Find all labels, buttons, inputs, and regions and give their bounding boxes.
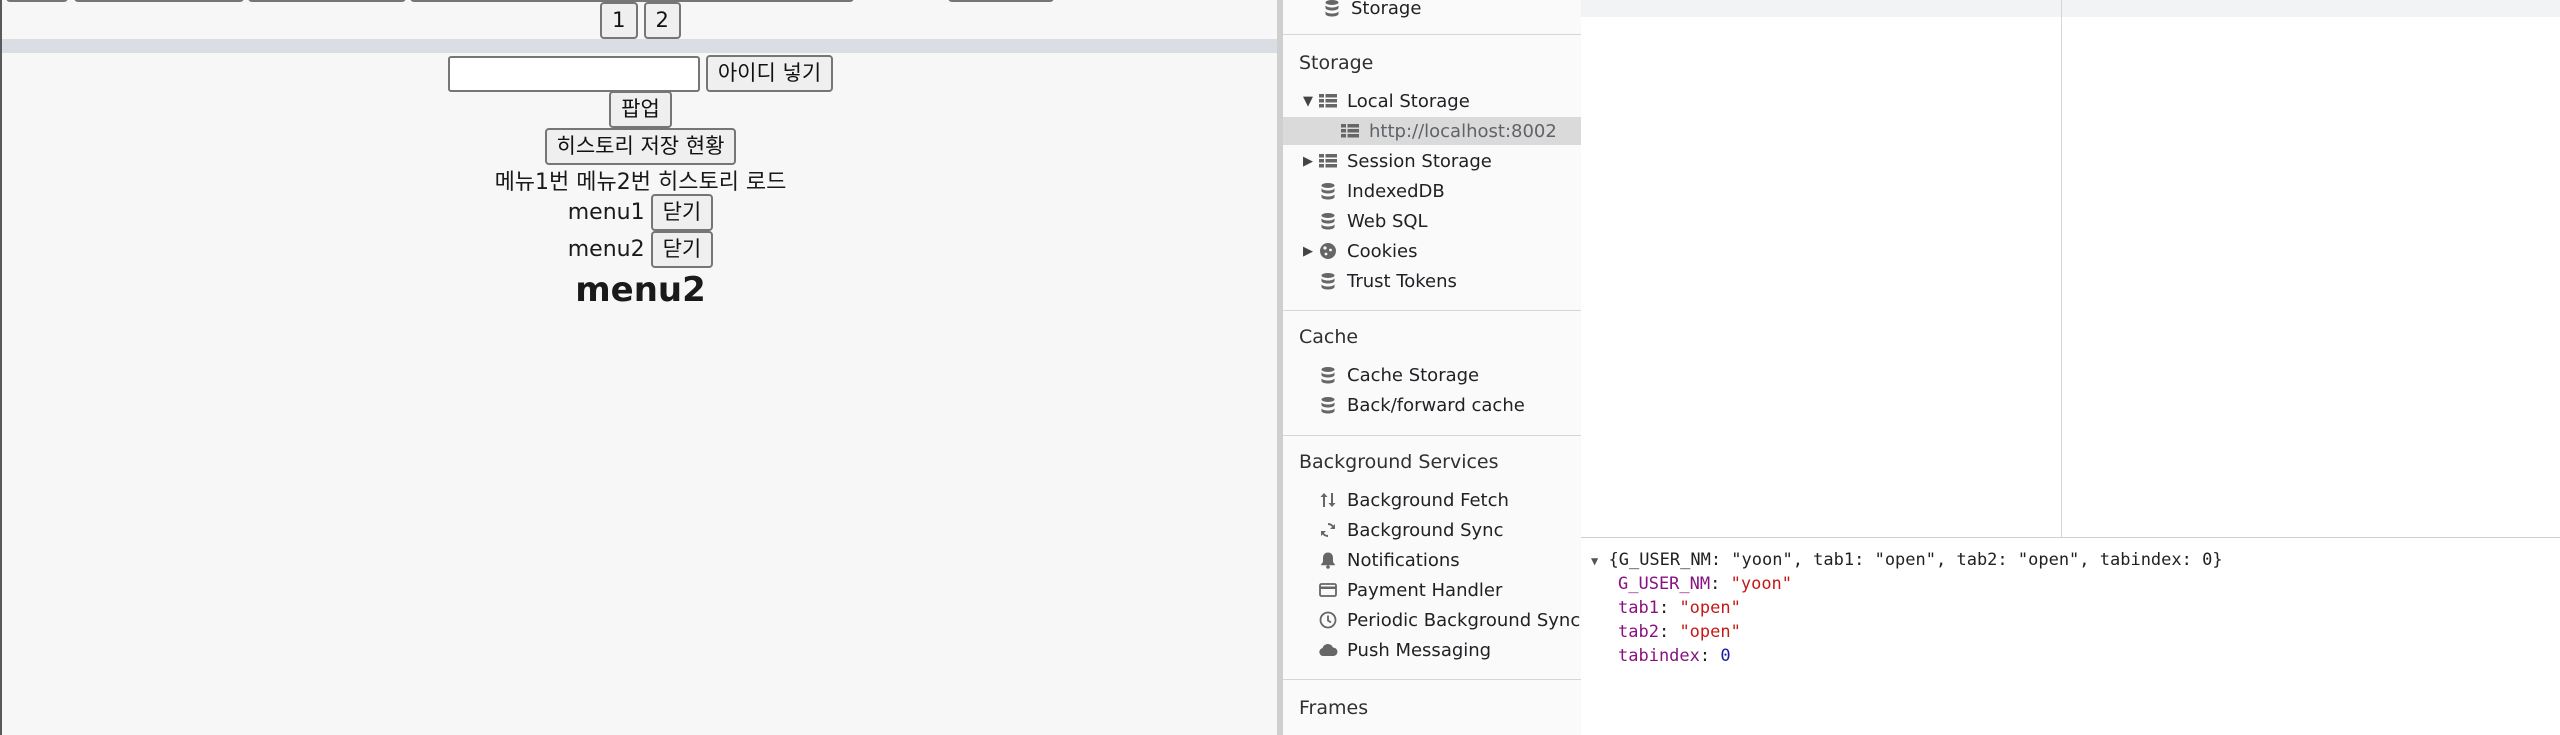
sidebar-item-push-messaging[interactable]: Push Messaging xyxy=(1283,636,1581,664)
sidebar-item-localhost[interactable]: http://localhost:8002 xyxy=(1283,117,1581,145)
sidebar-item-label: Web SQL xyxy=(1347,210,1428,232)
separator xyxy=(2,39,1277,53)
preview-summary: {G_USER_NM: "yoon", tab1: "open", tab2: … xyxy=(1608,550,2223,570)
menu2-close-button[interactable]: 닫기 xyxy=(650,231,714,268)
database-icon xyxy=(1317,180,1339,202)
table-row[interactable] xyxy=(1581,0,2560,17)
preview-prop: tabindex: 0 xyxy=(1618,646,1731,666)
preview-summary-row[interactable]: ▼ {G_USER_NM: "yoon", tab1: "open", tab2… xyxy=(1591,548,2223,572)
cookie-icon xyxy=(1317,240,1339,262)
expand-right-icon[interactable]: ▶ xyxy=(1299,244,1317,259)
expand-right-icon[interactable]: ▶ xyxy=(1299,154,1317,169)
menu2-label: menu2 xyxy=(567,237,645,262)
sidebar-item-background-sync[interactable]: Background Sync xyxy=(1283,516,1581,544)
sidebar-item-back-forward-cache[interactable]: Back/forward cache xyxy=(1283,391,1581,419)
bell-icon xyxy=(1317,549,1339,571)
sidebar-item-websql[interactable]: Web SQL xyxy=(1283,207,1581,235)
sidebar-item-label: Trust Tokens xyxy=(1347,270,1457,292)
pagination: 1 2 xyxy=(2,2,1277,39)
grid-icon xyxy=(1339,120,1361,142)
storage-main-pane: ▼ {G_USER_NM: "yoon", tab1: "open", tab2… xyxy=(1581,0,2560,735)
expand-down-icon[interactable]: ▼ xyxy=(1299,94,1317,109)
database-icon xyxy=(1321,0,1343,19)
sidebar-item-local-storage[interactable]: ▼ Local Storage xyxy=(1283,87,1581,115)
frames-section-title: Frames xyxy=(1299,697,1369,719)
sidebar-item-cookies[interactable]: ▶ Cookies xyxy=(1283,237,1581,265)
storage-section-title: Storage xyxy=(1299,52,1374,74)
prop-key: tab1 xyxy=(1618,598,1659,618)
preview-prop: tab1: "open" xyxy=(1618,598,1741,618)
sidebar-item-periodic-background-sync[interactable]: Periodic Background Sync xyxy=(1283,606,1581,634)
web-page: 1 2 아이디 넣기 팝업 히스토리 저장 현황 메뉴1번 메뉴2번 히스토리 … xyxy=(0,0,1277,735)
database-icon xyxy=(1317,394,1339,416)
divider xyxy=(1283,310,1581,311)
application-sidebar: Storage Storage ▼ Local Storage http://l… xyxy=(1277,0,1581,735)
preview-prop: G_USER_NM: "yoon" xyxy=(1618,574,1793,594)
prop-key: G_USER_NM xyxy=(1618,574,1711,594)
sidebar-item-label: Background Sync xyxy=(1347,519,1504,541)
sidebar-item-label: IndexedDB xyxy=(1347,180,1445,202)
add-id-button[interactable]: 아이디 넣기 xyxy=(705,55,834,92)
sidebar-item-cache-storage[interactable]: Cache Storage xyxy=(1283,361,1581,389)
prop-key: tabindex xyxy=(1618,646,1700,666)
sidebar-item-label: Session Storage xyxy=(1347,150,1492,172)
database-icon xyxy=(1317,210,1339,232)
sidebar-item-label: Back/forward cache xyxy=(1347,394,1525,416)
divider xyxy=(1283,34,1581,35)
prop-value: "open" xyxy=(1679,622,1741,642)
divider xyxy=(1283,435,1581,436)
sidebar-item-storage[interactable]: Storage xyxy=(1283,0,1581,22)
value-preview: ▼ {G_USER_NM: "yoon", tab1: "open", tab2… xyxy=(1591,548,2223,668)
column-divider[interactable] xyxy=(2061,0,2062,537)
id-input[interactable] xyxy=(447,55,700,92)
sidebar-item-trust-tokens[interactable]: Trust Tokens xyxy=(1283,267,1581,295)
sidebar-item-label: Cache Storage xyxy=(1347,364,1480,386)
id-row: 아이디 넣기 xyxy=(2,55,1277,92)
preview-prop: tab2: "open" xyxy=(1618,622,1741,642)
sidebar-item-session-storage[interactable]: ▶ Session Storage xyxy=(1283,147,1581,175)
sidebar-item-label: http://localhost:8002 xyxy=(1369,120,1557,142)
prop-key: tab2 xyxy=(1618,622,1659,642)
menu1-label: menu1 xyxy=(567,200,645,225)
grid-icon xyxy=(1317,150,1339,172)
sync-icon xyxy=(1317,519,1339,541)
history-text: 메뉴1번 메뉴2번 히스토리 로드 xyxy=(494,170,787,195)
grid-icon xyxy=(1317,90,1339,112)
sidebar-item-background-fetch[interactable]: Background Fetch xyxy=(1283,486,1581,514)
cache-section-title: Cache xyxy=(1299,326,1359,348)
sidebar-item-label: Local Storage xyxy=(1347,90,1470,112)
database-icon xyxy=(1317,270,1339,292)
sidebar-item-label: Payment Handler xyxy=(1347,579,1503,601)
popup-button[interactable]: 팝업 xyxy=(609,91,672,128)
sidebar-item-indexeddb[interactable]: IndexedDB xyxy=(1283,177,1581,205)
database-icon xyxy=(1317,364,1339,386)
sidebar-item-label: Background Fetch xyxy=(1347,489,1509,511)
collapse-triangle-icon[interactable]: ▼ xyxy=(1591,554,1598,568)
sidebar-item-payment-handler[interactable]: Payment Handler xyxy=(1283,576,1581,604)
cloud-icon xyxy=(1317,639,1339,661)
clock-icon xyxy=(1317,609,1339,631)
sidebar-item-label: Cookies xyxy=(1347,240,1418,262)
sidebar-item-label: Notifications xyxy=(1347,549,1460,571)
menu1-close-button[interactable]: 닫기 xyxy=(650,194,714,231)
background-services-title: Background Services xyxy=(1299,451,1499,473)
sidebar-item-label: Storage xyxy=(1351,0,1422,19)
storage-table[interactable] xyxy=(1581,0,2560,538)
prop-value: "yoon" xyxy=(1730,574,1793,594)
sidebar-item-label: Periodic Background Sync xyxy=(1347,609,1581,631)
divider xyxy=(1283,679,1581,680)
history-status-button[interactable]: 히스토리 저장 현황 xyxy=(544,128,737,165)
menu-heading: menu2 xyxy=(575,270,706,310)
arrows-updown-icon xyxy=(1317,489,1339,511)
page-2-button[interactable]: 2 xyxy=(643,2,681,39)
sidebar-item-label: Push Messaging xyxy=(1347,639,1492,661)
prop-value: "open" xyxy=(1679,598,1741,618)
card-icon xyxy=(1317,579,1339,601)
prop-value: 0 xyxy=(1720,646,1731,666)
sidebar-item-notifications[interactable]: Notifications xyxy=(1283,546,1581,574)
page-1-button[interactable]: 1 xyxy=(600,2,638,39)
